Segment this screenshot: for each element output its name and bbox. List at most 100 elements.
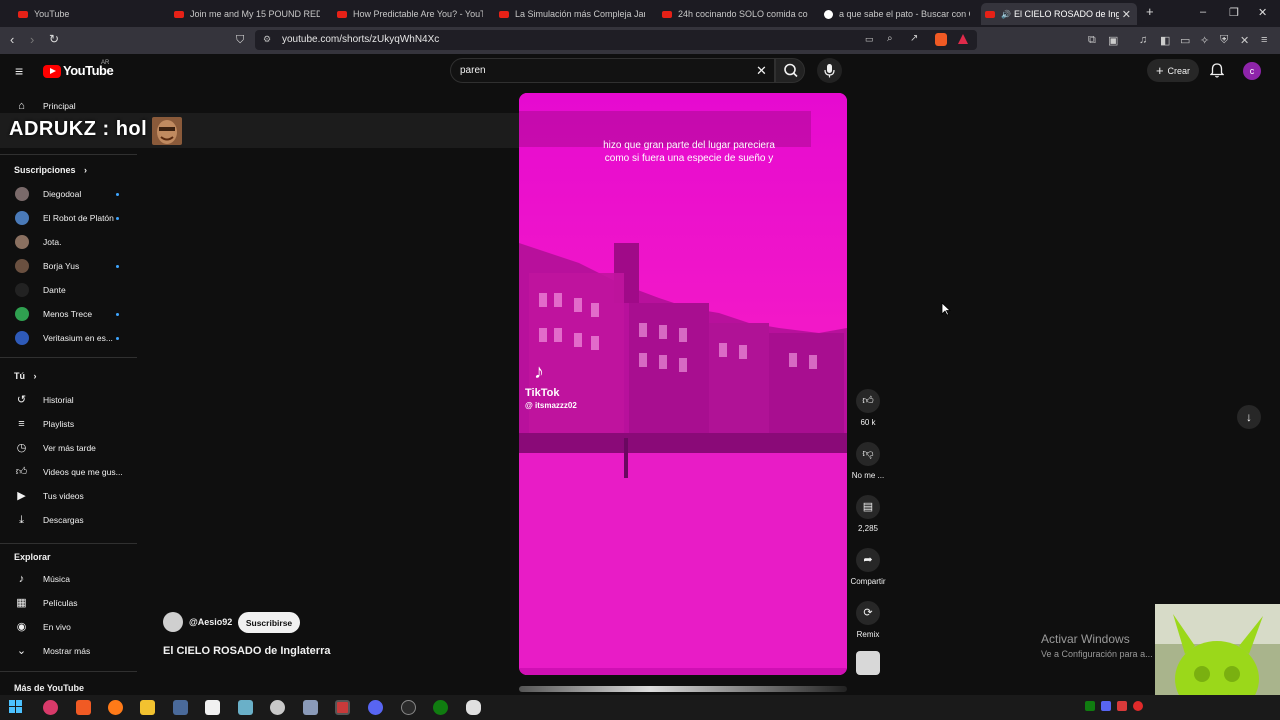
sidebar-item[interactable]: ▶ Tus videos [0,485,138,507]
channel-name[interactable]: @Aesio92 [189,617,232,627]
browser-tab[interactable]: 24h cocinando SOLO comida colom... [658,3,808,25]
channel-avatar[interactable] [163,612,183,632]
next-short-preview[interactable] [519,686,847,692]
address-bar[interactable]: ⚙ youtube.com/shorts/zUkyqWhN4Xc ▭ ⌕ ↗ [255,30,977,50]
next-video-button[interactable]: ↓ [1237,405,1261,429]
sidebar-subscription-item[interactable]: Menos Trece [0,303,138,325]
sidebar-item[interactable]: ◉ En vivo [0,616,138,638]
youtube-icon [985,10,995,18]
youtube-logo-icon[interactable] [43,65,61,78]
sidebar-item[interactable]: ↺ Historial [0,389,138,411]
browser-tab[interactable]: Join me and My 15 POUND RED CA... [170,3,320,25]
sidebar-item[interactable]: ◷ Ver más tarde [0,437,138,459]
sidebar-subscription-item[interactable]: Diegodoal [0,183,138,205]
extensions-icon[interactable]: ⧉ [1088,34,1096,47]
browser-tab[interactable]: a que sabe el pato - Buscar con Goo... [820,3,970,25]
tab-manager-icon[interactable]: ▣ [1108,34,1118,47]
remix-button[interactable]: ⟳ Remix [848,601,888,639]
tray-mic-icon[interactable] [1117,701,1127,711]
subscribe-button[interactable]: Suscribirse [238,612,300,633]
dislike-button[interactable]: 👎︎ No me ... [848,442,888,480]
customize-icon[interactable]: ✕ [1240,34,1249,47]
obs-icon[interactable] [401,700,416,715]
sidebar-item-label: Descargas [43,515,84,525]
sidebar-item[interactable]: ▦ Películas [0,592,138,614]
new-tab-button[interactable]: + [1146,4,1154,19]
brave-active-icon[interactable] [335,700,350,715]
sidebar-divider [0,154,137,155]
search-button[interactable] [775,58,805,83]
start-button[interactable] [9,700,24,715]
remix-icon: ⟳ [856,601,880,625]
sidebar-divider [0,357,137,358]
clear-search-icon[interactable]: ✕ [756,63,767,79]
wallet-icon[interactable]: ▭ [1180,34,1190,47]
subscriptions-header[interactable]: Suscripciones › [14,165,87,175]
forward-icon[interactable]: › [30,32,34,47]
site-info-icon[interactable]: ⚙ [263,34,271,45]
firefox-icon[interactable] [108,700,123,715]
file-explorer-icon[interactable] [140,700,155,715]
minimize-button[interactable]: – [1200,6,1206,18]
back-icon[interactable]: ‹ [10,32,14,47]
tray-discord-icon[interactable] [1101,701,1111,711]
sidebar-subscription-item[interactable]: El Robot de Platón [0,207,138,229]
restore-button[interactable]: ❐ [1229,6,1239,19]
sidebar-toggle-icon[interactable]: ◧ [1160,34,1170,47]
browser-tab[interactable]: YouTube [14,3,164,25]
create-button[interactable]: + Crear [1147,59,1199,82]
share-page-icon[interactable]: ↗ [910,33,918,44]
discord-icon[interactable] [368,700,383,715]
xbox-icon[interactable] [433,700,448,715]
calculator-icon[interactable] [173,700,188,715]
notifications-bell-icon[interactable] [1210,63,1224,78]
leo-ai-icon[interactable]: ✧ [1200,34,1209,47]
share-button[interactable]: ➦ Compartir [848,548,888,586]
vpn-icon[interactable]: ⛨ [1220,34,1228,47]
comments-button[interactable]: ▤ 2,285 [848,495,888,533]
stream-chat-message: ADRUKZ : hol [9,118,148,140]
browser-tab[interactable]: La Simulación más Compleja Jamás ... [495,3,645,25]
menu-icon[interactable]: ≡ [1261,34,1267,46]
sidebar-item[interactable]: ⤓ Descargas [0,509,138,531]
bookmark-icon[interactable]: ⛉ [236,34,244,47]
zoom-icon[interactable]: ⌕ [887,33,893,44]
taskbar-app-icon[interactable] [238,700,253,715]
hamburger-menu-icon[interactable]: ≡ [15,63,23,79]
brave-shields-icon[interactable] [935,33,947,46]
voice-search-button[interactable] [817,58,842,83]
search-input[interactable]: paren ✕ [450,58,775,83]
tray-record-icon[interactable] [1133,701,1143,711]
tray-xbox-icon[interactable] [1085,701,1095,711]
browser-tab[interactable]: How Predictable Are You? - YouTube [333,3,483,25]
taskbar-app-icon[interactable] [303,700,318,715]
sidebar-subscription-item[interactable]: Borja Yus [0,255,138,277]
taskbar-app-icon[interactable] [43,700,58,715]
cast-icon[interactable]: ▭ [865,34,874,45]
sidebar-subscription-item[interactable]: Jota. [0,231,138,253]
sidebar-item[interactable]: 👍︎ Videos que me gus... [0,461,138,483]
sidebar-item-label: Ver más tarde [43,443,96,453]
sidebar-subscription-item[interactable]: Veritasium en es... [0,327,138,349]
shorts-video-player[interactable]: hizo que gran parte del lugar pareciera … [519,93,847,675]
brave-rewards-icon[interactable] [958,34,968,44]
brave-browser-icon[interactable] [76,700,91,715]
close-window-button[interactable]: ✕ [1258,6,1267,19]
your-videos-icon: ▶ [17,489,26,502]
account-avatar[interactable]: c [1243,62,1261,80]
sidebar-item[interactable]: ⌄ Mostrar más [0,640,138,662]
close-tab-icon[interactable]: ✕ [1122,8,1131,21]
reload-icon[interactable]: ↻ [49,32,59,46]
like-button[interactable]: 👍︎ 60 k [848,389,888,427]
you-header[interactable]: Tú › [14,371,37,381]
sidebar-subscription-item[interactable]: Dante [0,279,138,301]
browser-tab-active[interactable]: 🔊El CIELO ROSADO de Inglaterra✕ [981,3,1137,25]
sound-thumbnail[interactable] [856,651,880,675]
notion-icon[interactable] [205,700,220,715]
taskbar-app-icon[interactable] [270,700,285,715]
tiktok-username: @ itsmazzz02 [525,401,577,410]
sidebar-item[interactable]: ♪ Música [0,568,138,590]
taskbar-app-icon[interactable] [466,700,481,715]
sidebar-item[interactable]: ≡ Playlists [0,413,138,435]
media-icon[interactable]: ♫ [1139,34,1147,46]
